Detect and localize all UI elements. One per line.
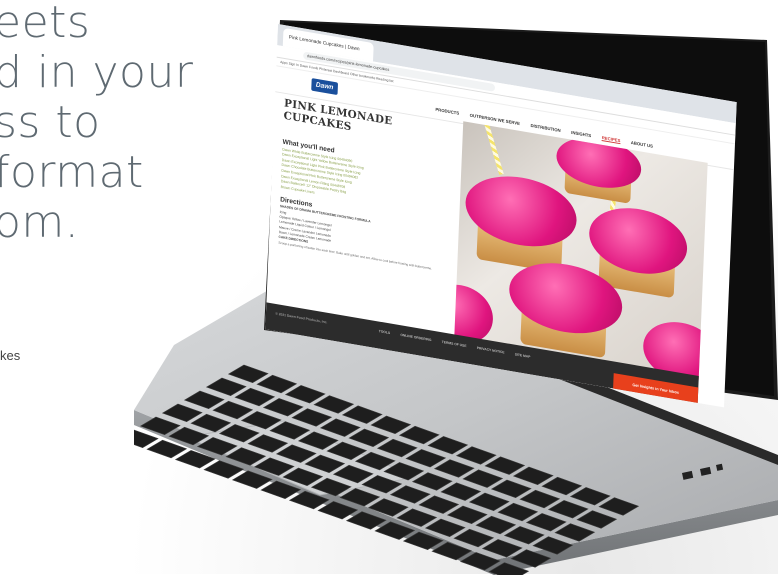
nav-distribution[interactable]: DISTRIBUTION xyxy=(530,123,560,133)
footer-link-tools[interactable]: TOOLS xyxy=(379,329,390,335)
nav-products[interactable]: PRODUCTS xyxy=(435,107,459,116)
recipe-text: PINK LEMONADE CUPCAKES What you'll need … xyxy=(266,89,463,342)
footer-link-online-ordering[interactable]: ONLINE ORDERING xyxy=(400,333,431,342)
headline-line: ss to xyxy=(0,97,101,148)
footer-link-privacy[interactable]: PRIVACY NOTICE xyxy=(477,346,505,355)
nav-about-us[interactable]: ABOUT US xyxy=(631,140,653,149)
headline-line: eets xyxy=(0,0,91,48)
laptop-screen-assembly: Pink Lemonade Cupcakes | Dawn dawnfoods.… xyxy=(262,0,778,420)
footer-link-sitemap[interactable]: SITE MAP xyxy=(515,352,531,358)
nav-recipes[interactable]: RECIPES xyxy=(601,135,621,145)
straw-image xyxy=(482,121,504,175)
headline: eets d in your ss to format om. xyxy=(0,0,274,248)
headline-line: format xyxy=(0,147,144,198)
nav-insights[interactable]: INSIGHTS xyxy=(571,130,591,138)
caption: kes xyxy=(0,348,21,363)
dawn-logo[interactable]: Dawn xyxy=(311,78,339,96)
headline-line: d in your xyxy=(0,47,194,98)
footer-link-terms[interactable]: TERMS OF USE xyxy=(442,340,467,348)
copyright: © 2021 Dawn Food Products, Inc. xyxy=(275,311,328,325)
